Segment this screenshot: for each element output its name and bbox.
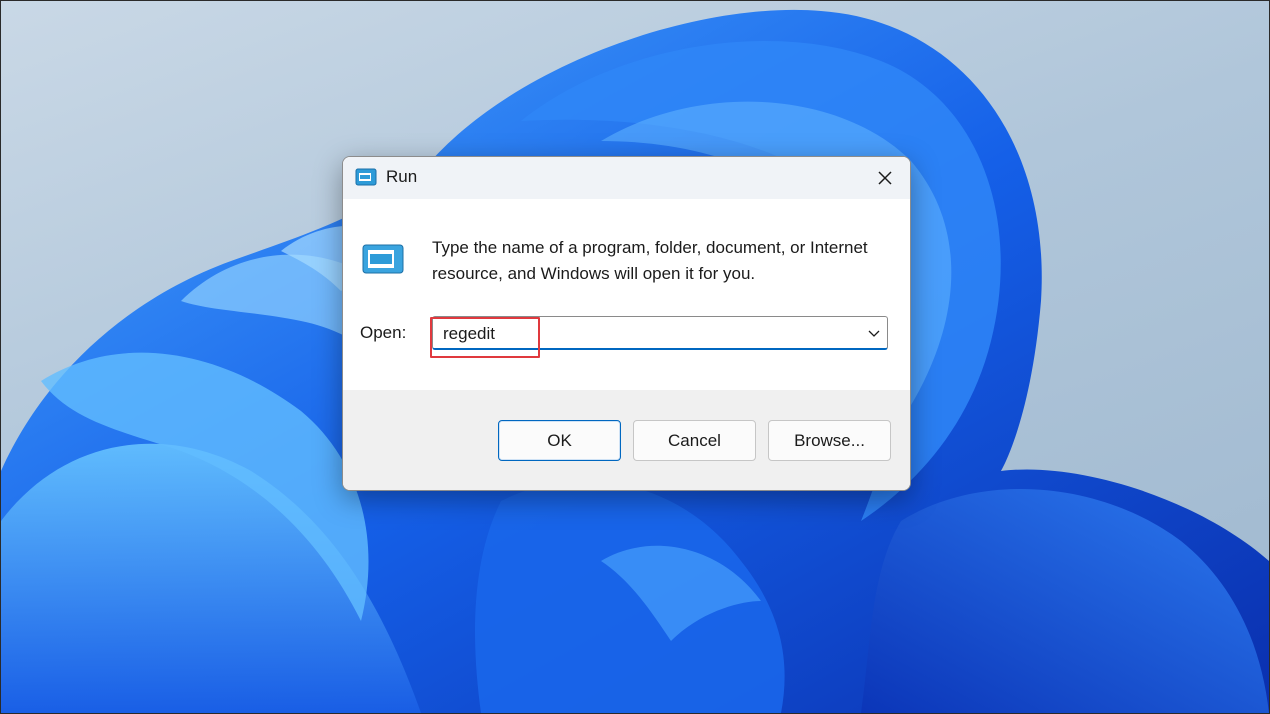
dropdown-button[interactable] <box>867 326 881 340</box>
desktop: Run Type the name of a program, folder, … <box>0 0 1270 714</box>
cancel-button[interactable]: Cancel <box>633 420 756 461</box>
run-icon <box>361 243 405 275</box>
dialog-title: Run <box>386 167 418 186</box>
highlight-box <box>430 317 540 358</box>
close-icon <box>878 171 892 185</box>
run-icon <box>355 168 377 186</box>
ok-button[interactable]: OK <box>498 420 621 461</box>
open-label: Open: <box>360 323 407 342</box>
title-bar[interactable]: Run <box>343 157 910 199</box>
description-text: Type the name of a program, folder, docu… <box>432 238 868 283</box>
browse-button[interactable]: Browse... <box>768 420 891 461</box>
close-button[interactable] <box>860 157 910 199</box>
run-dialog: Run Type the name of a program, folder, … <box>342 156 911 491</box>
chevron-down-icon <box>868 330 880 337</box>
